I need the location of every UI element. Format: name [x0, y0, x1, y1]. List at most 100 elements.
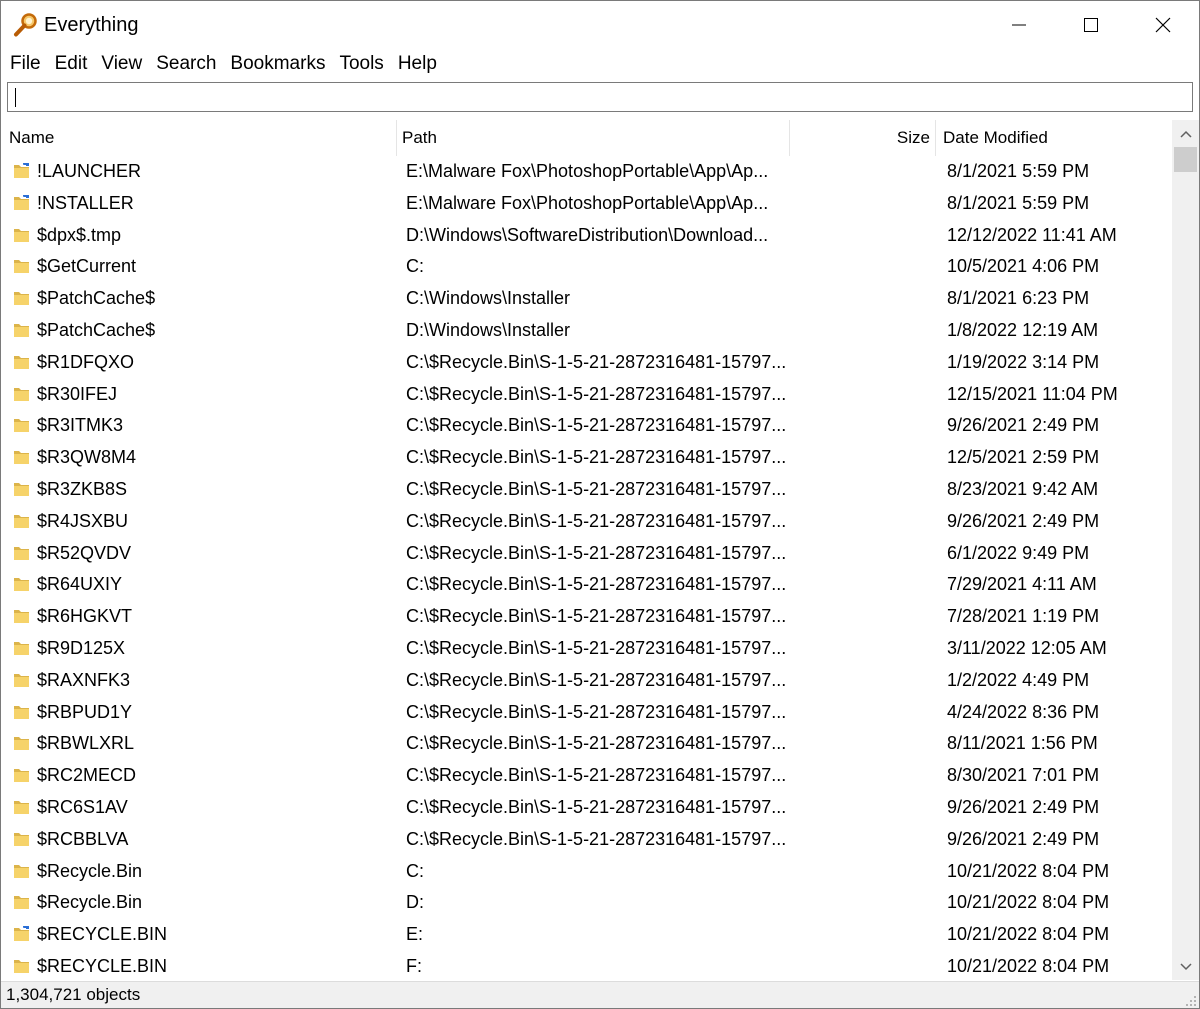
folder-icon	[14, 673, 29, 687]
result-date-modified: 10/5/2021 4:06 PM	[947, 256, 1100, 277]
result-size	[791, 315, 931, 347]
result-row[interactable]: $R52QVDV C:\$Recycle.Bin\S-1-5-21-2872316…	[1, 538, 1172, 570]
magnifier-app-icon	[14, 13, 37, 37]
column-header-date-modified[interactable]: Date Modified	[936, 120, 1172, 156]
result-row[interactable]: $RBWLXRL C:\$Recycle.Bin\S-1-5-21-2872316…	[1, 728, 1172, 760]
result-path: C:\$Recycle.Bin\S-1-5-21-2872316481-1579…	[406, 828, 786, 849]
result-path: C:\$Recycle.Bin\S-1-5-21-2872316481-1579…	[406, 765, 786, 786]
app-window: Everything File Edit View Search Bookmar…	[0, 0, 1200, 1009]
folder-icon	[14, 514, 29, 528]
result-row[interactable]: $Recycle.Bin D: 10/21/2022 8:04 PM	[1, 887, 1172, 919]
menu-bookmarks[interactable]: Bookmarks	[223, 51, 332, 79]
result-name: $R4JSXBU	[37, 510, 129, 531]
result-date-modified: 1/2/2022 4:49 PM	[947, 669, 1090, 690]
result-date-modified: 12/12/2022 11:41 AM	[947, 224, 1117, 245]
result-row[interactable]: $dpx$.tmp D:\Windows\SoftwareDistribution…	[1, 220, 1172, 252]
result-row[interactable]: $Recycle.Bin C: 10/21/2022 8:04 PM	[1, 856, 1172, 888]
result-size	[791, 156, 931, 188]
result-name: $GetCurrent	[37, 256, 137, 277]
result-row[interactable]: $R3QW8M4 C:\$Recycle.Bin\S-1-5-21-2872316…	[1, 442, 1172, 474]
search-input[interactable]	[8, 83, 1192, 111]
result-row[interactable]: $RCBBLVA C:\$Recycle.Bin\S-1-5-21-2872316…	[1, 824, 1172, 856]
chevron-down-icon	[1179, 962, 1192, 970]
folder-shortcut-icon	[14, 926, 29, 942]
result-row[interactable]: $RAXNFK3 C:\$Recycle.Bin\S-1-5-21-2872316…	[1, 665, 1172, 697]
result-path: E:\Malware Fox\PhotoshopPortable\App\Ap.…	[406, 192, 769, 213]
result-row[interactable]: $R3ITMK3 C:\$Recycle.Bin\S-1-5-21-2872316…	[1, 410, 1172, 442]
result-row[interactable]: $RC2MECD C:\$Recycle.Bin\S-1-5-21-2872316…	[1, 760, 1172, 792]
result-row[interactable]: $RECYCLE.BIN F: 10/21/2022 8:04 PM	[1, 951, 1172, 982]
result-row[interactable]: $R4JSXBU C:\$Recycle.Bin\S-1-5-21-2872316…	[1, 506, 1172, 538]
result-date-modified: 8/1/2021 5:59 PM	[947, 192, 1090, 213]
menu-edit[interactable]: Edit	[48, 51, 95, 79]
result-row[interactable]: $R3ZKB8S C:\$Recycle.Bin\S-1-5-21-2872316…	[1, 474, 1172, 506]
result-path: C:\$Recycle.Bin\S-1-5-21-2872316481-1579…	[406, 638, 786, 658]
minimize-button[interactable]	[984, 1, 1054, 49]
folder-icon	[14, 483, 29, 496]
column-header-name[interactable]: Name	[1, 120, 397, 156]
window-title: Everything	[44, 14, 139, 36]
scroll-thumb[interactable]	[1174, 147, 1197, 172]
result-date-modified: 8/1/2021 5:59 PM	[947, 161, 1090, 181]
result-row[interactable]: !NSTALLER E:\Malware Fox\PhotoshopPortabl…	[1, 188, 1172, 220]
result-name: $R30IFEJ	[37, 383, 118, 404]
result-path: C:\$Recycle.Bin\S-1-5-21-2872316481-1579…	[406, 574, 786, 595]
result-date-modified: 8/30/2021 7:01 PM	[947, 765, 1100, 786]
result-name: $PatchCache$	[37, 288, 156, 309]
column-header-size[interactable]: Size	[790, 120, 936, 156]
result-name: $RC2MECD	[37, 765, 137, 786]
result-date-modified: 9/26/2021 2:49 PM	[947, 415, 1100, 436]
folder-icon	[14, 546, 29, 560]
scroll-down-button[interactable]	[1172, 953, 1199, 980]
result-date-modified: 9/26/2021 2:49 PM	[947, 828, 1100, 849]
result-row[interactable]: $PatchCache$ C:\Windows\Installer 8/1/2021…	[1, 283, 1172, 315]
result-row[interactable]: $RBPUD1Y C:\$Recycle.Bin\S-1-5-21-2872316…	[1, 697, 1172, 729]
result-row[interactable]: $R9D125X C:\$Recycle.Bin\S-1-5-21-2872316…	[1, 633, 1172, 665]
vertical-scrollbar[interactable]	[1172, 120, 1199, 980]
result-size	[791, 442, 931, 474]
folder-icon	[14, 864, 29, 878]
result-row[interactable]: $PatchCache$ D:\Windows\Installer 1/8/2022…	[1, 315, 1172, 347]
result-size	[791, 506, 931, 538]
maximize-button[interactable]	[1056, 1, 1126, 49]
result-size	[791, 728, 931, 760]
result-path: C:\Windows\Installer	[406, 288, 571, 309]
result-row[interactable]: !LAUNCHER E:\Malware Fox\PhotoshopPortabl…	[1, 156, 1172, 188]
title-bar[interactable]: Everything	[1, 1, 1199, 49]
result-row[interactable]: $RECYCLE.BIN E: 10/21/2022 8:04 PM	[1, 919, 1172, 951]
result-size	[791, 792, 931, 824]
menu-file[interactable]: File	[1, 51, 48, 79]
menu-help[interactable]: Help	[391, 51, 444, 79]
result-date-modified: 10/21/2022 8:04 PM	[947, 956, 1110, 976]
result-row[interactable]: $RC6S1AV C:\$Recycle.Bin\S-1-5-21-2872316…	[1, 792, 1172, 824]
result-date-modified: 8/11/2021 1:56 PM	[947, 733, 1098, 754]
result-name: $R3ITMK3	[37, 415, 124, 436]
result-path: C:\$Recycle.Bin\S-1-5-21-2872316481-1579…	[406, 606, 786, 627]
maximize-icon	[1084, 18, 1098, 32]
column-header-path[interactable]: Path	[397, 120, 790, 156]
search-box[interactable]	[7, 82, 1193, 112]
folder-icon	[14, 292, 29, 306]
result-date-modified: 7/29/2021 4:11 AM	[947, 574, 1097, 595]
scroll-up-button[interactable]	[1172, 120, 1199, 147]
result-row[interactable]: $R64UXIY C:\$Recycle.Bin\S-1-5-21-2872316…	[1, 569, 1172, 601]
result-row[interactable]: $R1DFQXO C:\$Recycle.Bin\S-1-5-21-2872316…	[1, 347, 1172, 379]
results-list[interactable]: Name Path Size Date Modified !LAUNCHER E:…	[1, 120, 1172, 982]
menu-tools[interactable]: Tools	[332, 51, 390, 79]
result-path: C:\$Recycle.Bin\S-1-5-21-2872316481-1579…	[406, 415, 786, 436]
menu-bar: File Edit View Search Bookmarks Tools He…	[1, 51, 444, 79]
close-button[interactable]	[1128, 1, 1198, 49]
result-size	[791, 283, 931, 315]
menu-view[interactable]: View	[94, 51, 149, 79]
resize-grip-icon[interactable]	[1185, 995, 1197, 1007]
result-size	[791, 760, 931, 792]
result-name: $dpx$.tmp	[37, 224, 122, 245]
result-name: $Recycle.Bin	[37, 892, 143, 913]
result-row[interactable]: $GetCurrent C: 10/5/2021 4:06 PM	[1, 251, 1172, 283]
result-path: C:\$Recycle.Bin\S-1-5-21-2872316481-1579…	[406, 383, 786, 404]
menu-search[interactable]: Search	[149, 51, 223, 79]
result-row[interactable]: $R30IFEJ C:\$Recycle.Bin\S-1-5-21-2872316…	[1, 379, 1172, 411]
result-path: D:	[406, 892, 424, 913]
result-row[interactable]: $R6HGKVT C:\$Recycle.Bin\S-1-5-21-2872316…	[1, 601, 1172, 633]
result-name: $R1DFQXO	[37, 351, 135, 372]
